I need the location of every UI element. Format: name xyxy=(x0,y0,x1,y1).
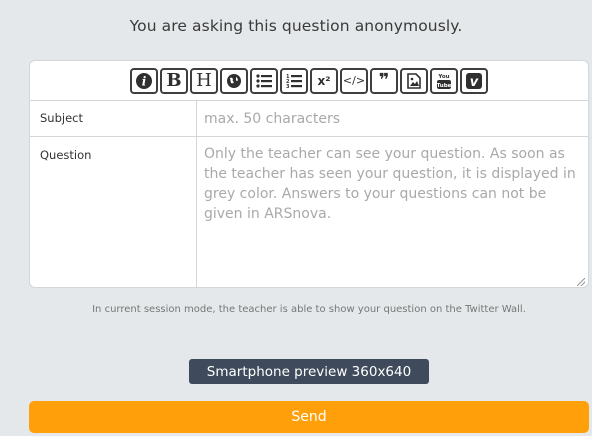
youtube-icon: You Tube xyxy=(437,74,452,89)
question-field-wrap xyxy=(197,137,588,287)
question-row: Question xyxy=(30,137,588,287)
youtube-button[interactable]: You Tube xyxy=(430,67,458,94)
smartphone-preview-button[interactable]: Smartphone preview 360x640 xyxy=(189,359,429,384)
superscript-icon: x² xyxy=(317,73,331,88)
globe-icon xyxy=(227,73,241,88)
code-button[interactable]: </> xyxy=(340,67,368,94)
info-button[interactable]: i xyxy=(130,67,158,94)
code-icon: </> xyxy=(342,74,366,87)
bulleted-list-icon xyxy=(256,73,272,88)
svg-text:i: i xyxy=(142,74,147,88)
image-button[interactable] xyxy=(400,67,428,94)
subject-field-wrap xyxy=(197,101,588,136)
subject-row: Subject xyxy=(30,101,588,137)
info-icon: i xyxy=(136,72,152,89)
subject-label: Subject xyxy=(30,101,197,136)
bold-button[interactable]: B xyxy=(160,67,188,94)
quote-icon: ❞ xyxy=(378,70,390,91)
send-button[interactable]: Send xyxy=(29,401,589,433)
superscript-button[interactable]: x² xyxy=(310,67,338,94)
question-label: Question xyxy=(30,137,197,287)
vimeo-icon: v xyxy=(466,72,482,89)
twitter-wall-notice: In current session mode, the teacher is … xyxy=(92,304,526,315)
unordered-list-button[interactable] xyxy=(250,67,278,94)
subject-input[interactable] xyxy=(197,101,588,136)
ordered-list-button[interactable]: 123 xyxy=(280,67,308,94)
link-button[interactable] xyxy=(220,67,248,94)
anonymous-notice: You are asking this question anonymously… xyxy=(129,17,463,35)
markdown-toolbar: i B H 123 x² </> ❞ You Tube v xyxy=(30,61,588,101)
resize-handle-icon[interactable] xyxy=(577,278,585,286)
bold-icon: B xyxy=(166,70,182,91)
quote-button[interactable]: ❞ xyxy=(370,67,398,94)
svg-text:Tube: Tube xyxy=(437,83,452,89)
svg-text:3: 3 xyxy=(286,84,290,89)
svg-text:You: You xyxy=(437,74,449,80)
image-icon xyxy=(407,72,421,89)
heading-icon: H xyxy=(196,70,212,91)
vimeo-button[interactable]: v xyxy=(460,67,488,94)
svg-text:v: v xyxy=(470,75,479,89)
heading-button[interactable]: H xyxy=(190,67,218,94)
question-form: i B H 123 x² </> ❞ You Tube v Subject ma… xyxy=(29,60,589,288)
numbered-list-icon: 123 xyxy=(286,74,302,89)
question-textarea[interactable] xyxy=(197,137,588,287)
